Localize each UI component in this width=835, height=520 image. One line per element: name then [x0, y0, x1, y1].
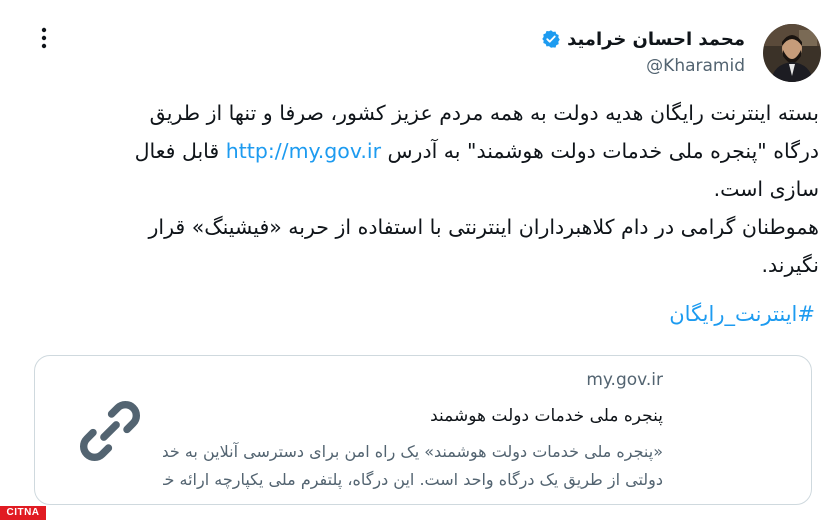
author-name-row: محمد احسان خرامید — [541, 24, 745, 54]
card-description-line: «پنجره ملی خدمات دولت هوشمند» یک راه امن… — [163, 442, 663, 461]
watermark-logo: CITNA — [0, 506, 46, 520]
tweet-text: بسته اینترنت رایگان هدیه دولت به همه مرد… — [29, 94, 819, 284]
link-icon — [73, 394, 147, 468]
tweet-text-segment: درگاه "پنجره ملی خدمات دولت هوشمند" به آ… — [387, 139, 819, 163]
author-block: محمد احسان خرامید @Kharamid — [541, 24, 745, 76]
more-options-icon[interactable] — [34, 24, 54, 52]
tweet-line: بسته اینترنت رایگان هدیه دولت به همه مرد… — [149, 101, 819, 125]
tweet-line: درگاه "پنجره ملی خدمات دولت هوشمند" به آ… — [29, 132, 819, 170]
tweet: محمد احسان خرامید @Kharamid بسته اینترنت… — [0, 0, 835, 520]
card-description: «پنجره ملی خدمات دولت هوشمند» یک راه امن… — [163, 438, 663, 494]
verified-badge-icon[interactable] — [541, 29, 561, 49]
tweet-text-segment: قابل فعال — [134, 139, 220, 163]
card-title: پنجره ملی خدمات دولت هوشمند — [430, 406, 663, 426]
hashtag-link[interactable]: #اینترنت_رایگان — [669, 302, 815, 326]
avatar[interactable] — [763, 24, 821, 82]
link-preview-card[interactable]: my.gov.ir پنجره ملی خدمات دولت هوشمند «پ… — [34, 355, 812, 505]
tweet-line: هموطنان گرامی در دام کلاهبرداران اینترنت… — [148, 215, 819, 239]
card-description-line: دولتی از طریق یک درگاه واحد است. این درگ… — [163, 470, 663, 489]
author-name[interactable]: محمد احسان خرامید — [567, 29, 745, 50]
author-handle[interactable]: @Kharamid — [541, 56, 745, 76]
card-domain: my.gov.ir — [586, 370, 663, 390]
tweet-line: نگیرند. — [761, 253, 819, 277]
tweet-line: سازی است. — [713, 177, 819, 201]
tweet-link[interactable]: http://my.gov.ir — [226, 139, 381, 163]
